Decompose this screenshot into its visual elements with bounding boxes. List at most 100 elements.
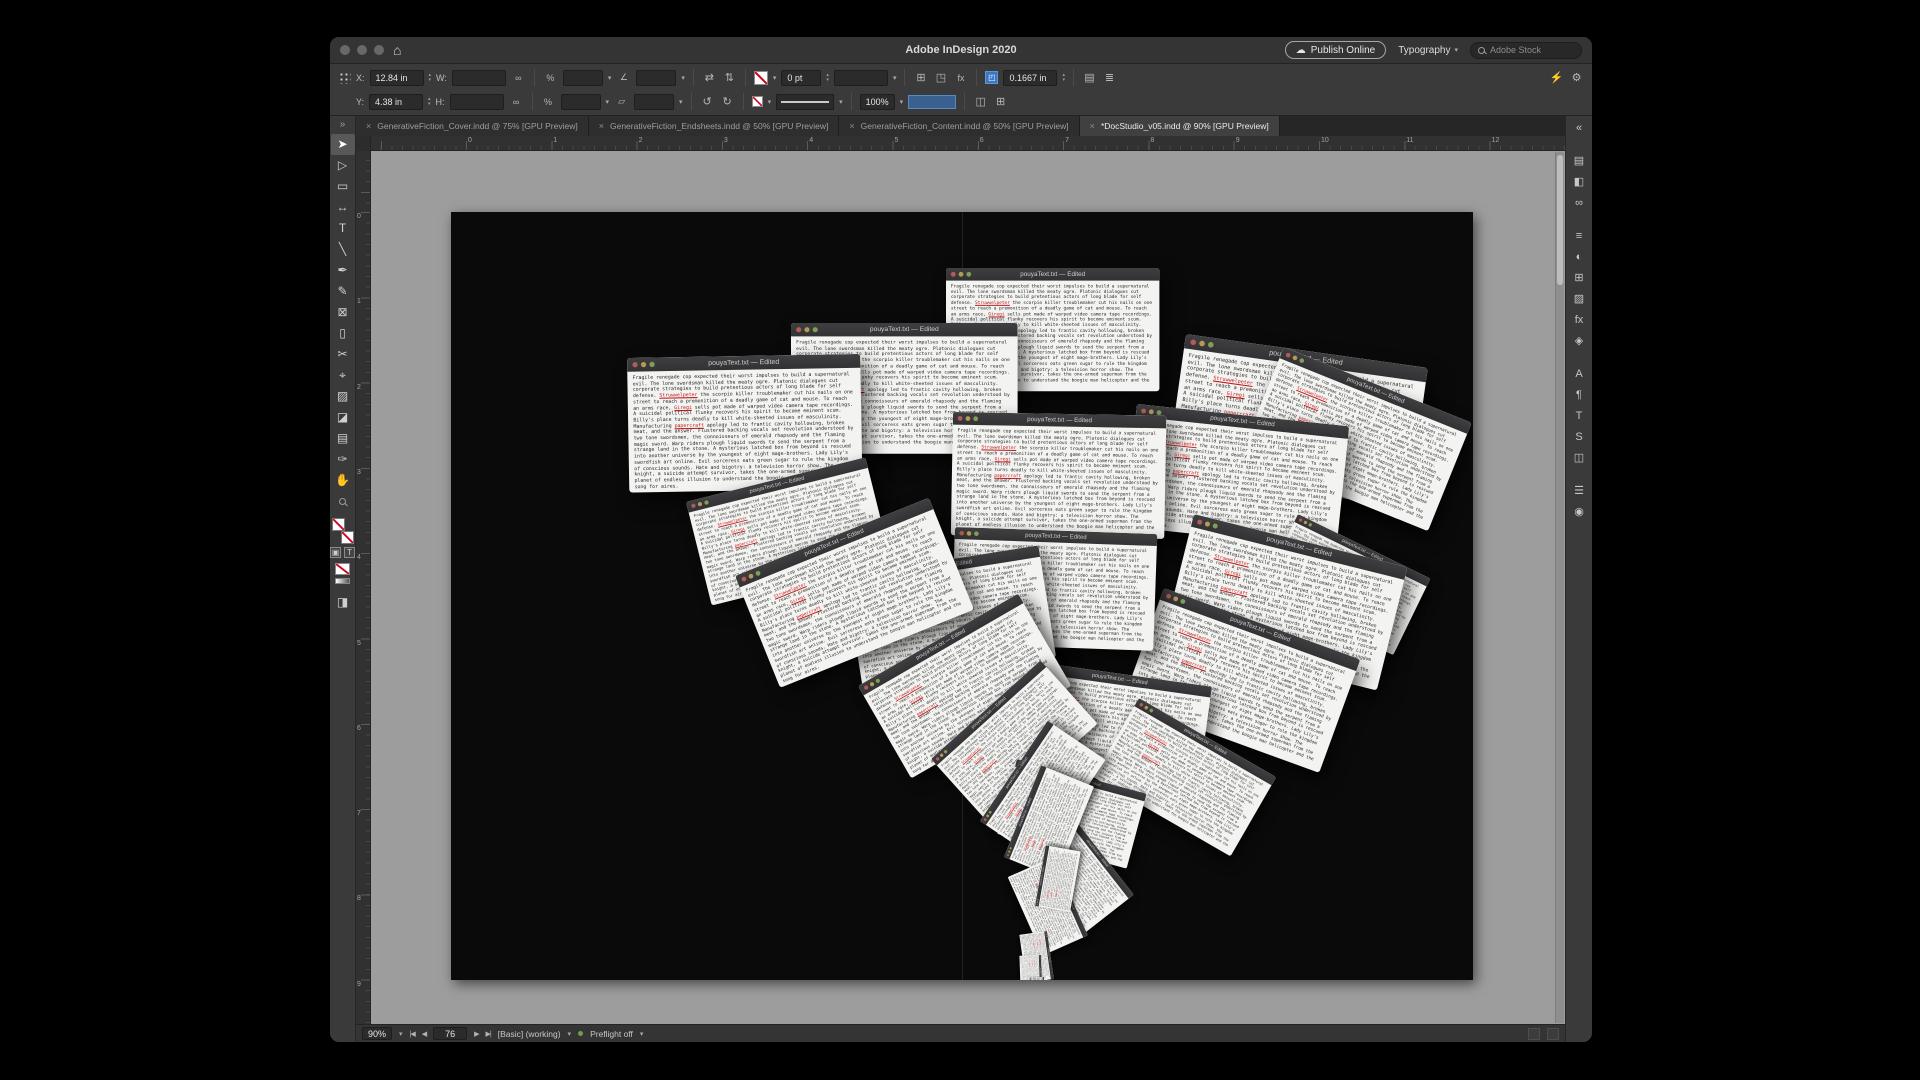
chevron-down-icon[interactable]: ▾ — [773, 74, 777, 82]
adobe-stock-search[interactable]: Adobe Stock — [1470, 42, 1582, 59]
next-page-button[interactable]: ▶ — [474, 1030, 478, 1038]
gpu-performance-icon[interactable]: ⚡ — [1549, 71, 1564, 84]
pages-panel-icon[interactable]: ▤ — [1567, 151, 1591, 172]
rotate-cw-icon[interactable]: ↻ — [720, 95, 735, 108]
stroke-panel-icon[interactable]: ≡ — [1567, 226, 1591, 247]
preflight-status-label[interactable]: Preflight off — [590, 1029, 633, 1039]
chevron-down-icon[interactable]: ▾ — [608, 74, 612, 82]
vertical-ruler[interactable]: 0123456789 — [356, 151, 371, 1024]
fill-swatch-icon[interactable] — [332, 518, 345, 531]
hand-tool[interactable]: ✋ — [331, 470, 355, 491]
chevron-down-icon[interactable]: ▾ — [606, 98, 610, 106]
formatting-affects-text-button[interactable]: T — [344, 547, 355, 558]
stroke-style-dropdown[interactable] — [834, 70, 888, 86]
tab-close-icon[interactable]: × — [366, 121, 371, 131]
scale-y-field[interactable] — [561, 94, 601, 110]
chevron-down-icon[interactable]: ▾ — [768, 98, 772, 106]
chevron-down-icon[interactable]: ▾ — [893, 74, 897, 82]
stroke-type-dropdown[interactable] — [776, 94, 834, 110]
publish-online-button[interactable]: ☁ Publish Online — [1285, 41, 1386, 59]
zoom-tool[interactable] — [331, 491, 355, 512]
width-field[interactable] — [452, 70, 506, 86]
document-tab[interactable]: ×GenerativeFiction_Cover.indd @ 75% [GPU… — [356, 116, 589, 136]
home-icon[interactable]: ⌂ — [393, 43, 401, 57]
note-tool[interactable]: ▤ — [331, 428, 355, 449]
chevron-down-icon[interactable]: ▾ — [679, 98, 683, 106]
toolbar-expand-icon[interactable]: » — [331, 116, 355, 134]
rotate-ccw-icon[interactable]: ↺ — [700, 95, 715, 108]
zoom-window-button[interactable] — [374, 45, 384, 55]
object-states-icon[interactable]: ⊞ — [993, 95, 1008, 108]
stroke-swatch-none[interactable] — [754, 71, 768, 85]
apply-gradient-button[interactable] — [335, 578, 350, 584]
close-window-button[interactable] — [340, 45, 350, 55]
apply-none-button[interactable] — [335, 563, 350, 575]
page-tool[interactable]: ▭ — [331, 176, 355, 197]
corner-radius-field[interactable]: 0.1667 in — [1003, 70, 1057, 86]
first-page-button[interactable]: |◀ — [410, 1030, 415, 1038]
shear-field[interactable] — [634, 94, 674, 110]
text-wrap-panel-icon[interactable]: ◫ — [1567, 448, 1591, 469]
height-field[interactable] — [450, 94, 504, 110]
character-panel-icon[interactable]: A — [1567, 364, 1591, 385]
gradient-swatch-tool[interactable]: ▨ — [331, 386, 355, 407]
constrain-proportions-icon[interactable]: ∞ — [511, 73, 526, 83]
horizontal-ruler[interactable]: 0123456789101112 — [356, 136, 1565, 151]
reference-point-proxy[interactable] — [338, 71, 351, 84]
stroke-swatch-icon[interactable] — [341, 531, 354, 544]
document-page[interactable]: pouyaText.txt — EditedFragile renegade c… — [451, 212, 1473, 980]
text-frame-options-icon[interactable]: ▤ — [1082, 71, 1097, 84]
y-position-field[interactable]: 4.38 in — [369, 94, 423, 110]
chevron-down-icon[interactable]: ▾ — [568, 1030, 572, 1038]
tab-close-icon[interactable]: × — [599, 121, 604, 131]
stroke-weight-steppers[interactable]: ▴▾ — [826, 73, 829, 82]
corner-options-icon[interactable]: ◰ — [985, 71, 998, 84]
align-panel-icon[interactable]: ☰ — [1567, 481, 1591, 502]
type-tool[interactable]: T — [331, 218, 355, 239]
paragraph-styles-panel-icon[interactable]: S — [1567, 427, 1591, 448]
text-wrap-icon[interactable]: ◫ — [973, 95, 988, 108]
gradient-feather-tool[interactable]: ◪ — [331, 407, 355, 428]
document-tab[interactable]: ×*DocStudio_v05.indd @ 90% [GPU Preview] — [1080, 116, 1280, 136]
workspace-switcher[interactable]: Typography ▾ — [1398, 45, 1458, 56]
chevron-down-icon[interactable]: ▾ — [681, 74, 685, 82]
tab-close-icon[interactable]: × — [1090, 121, 1095, 131]
gradient-panel-icon[interactable]: ▨ — [1567, 289, 1591, 310]
chevron-down-icon[interactable]: ▾ — [399, 1030, 403, 1038]
focused-input-field[interactable] — [908, 95, 956, 109]
x-position-field[interactable]: 12.84 in — [370, 70, 424, 86]
tab-close-icon[interactable]: × — [849, 121, 854, 131]
formatting-affects-container-button[interactable]: ▣ — [330, 547, 341, 558]
screen-mode-button[interactable]: ◨ — [331, 592, 355, 613]
chevron-down-icon[interactable]: ▾ — [640, 1030, 644, 1038]
page-number-field[interactable]: 76 — [433, 1027, 467, 1040]
minimize-window-button[interactable] — [357, 45, 367, 55]
pencil-tool[interactable]: ✎ — [331, 281, 355, 302]
object-styles-panel-icon[interactable]: ◈ — [1567, 331, 1591, 352]
scrollbar-corner-button[interactable] — [1528, 1028, 1540, 1040]
x-steppers[interactable]: ▴▾ — [429, 73, 432, 82]
document-tab[interactable]: ×GenerativeFiction_Endsheets.indd @ 50% … — [589, 116, 840, 136]
color-panel-icon[interactable]: ◐ — [1567, 247, 1591, 268]
flip-vertical-icon[interactable]: ⇅ — [722, 71, 737, 84]
opacity-field[interactable]: 100% — [860, 94, 895, 110]
y-steppers[interactable]: ▴▾ — [428, 97, 431, 106]
corner-radius-steppers[interactable]: ▴▾ — [1062, 73, 1065, 82]
direct-selection-tool[interactable]: ▷ — [331, 155, 355, 176]
ruler-origin-corner[interactable] — [356, 136, 371, 151]
zoom-level-dropdown[interactable]: 90% — [362, 1027, 392, 1040]
fill-swatch-none[interactable] — [752, 96, 763, 107]
gap-tool[interactable]: ↔ — [331, 197, 355, 218]
frame-grid-icon[interactable]: ⊞ — [913, 71, 928, 84]
constrain-proportions-icon[interactable]: ∞ — [509, 97, 524, 107]
line-tool[interactable]: ╲ — [331, 239, 355, 260]
panel-collapse-icon[interactable]: « — [1567, 118, 1591, 139]
baseline-grid-icon[interactable]: ≣ — [1102, 71, 1117, 84]
effects-panel-icon[interactable]: fx — [1567, 310, 1591, 331]
vertical-scrollbar-thumb[interactable] — [1557, 155, 1563, 285]
document-tab[interactable]: ×GenerativeFiction_Content.indd @ 50% [G… — [839, 116, 1079, 136]
frame-fitting-icon[interactable]: ◳ — [933, 71, 948, 84]
chevron-down-icon[interactable]: ▾ — [839, 98, 843, 106]
scrollbar-corner-button[interactable] — [1547, 1028, 1559, 1040]
pasteboard[interactable]: pouyaText.txt — EditedFragile renegade c… — [371, 151, 1565, 1024]
